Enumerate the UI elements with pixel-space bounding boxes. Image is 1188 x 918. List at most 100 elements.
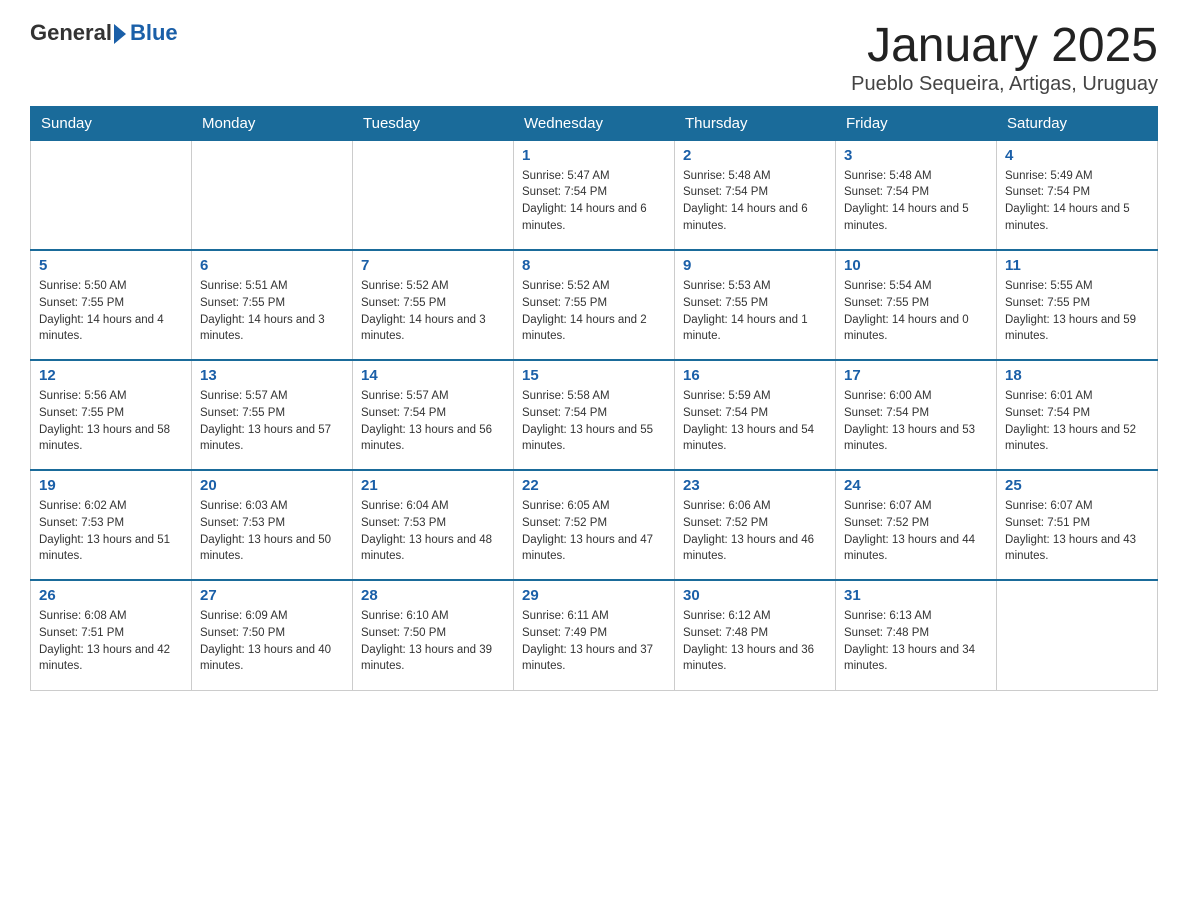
calendar-cell: 1Sunrise: 5:47 AM Sunset: 7:54 PM Daylig… — [514, 140, 675, 250]
calendar-cell: 9 Sunrise: 5:53 AM Sunset: 7:55 PM Daylig… — [675, 250, 836, 360]
cell-day-number: 11 — [1005, 257, 1149, 274]
cell-sun-info: Sunrise: 5:57 AM Sunset: 7:54 PM Dayligh… — [361, 388, 505, 455]
calendar-cell: 12 Sunrise: 5:56 AM Sunset: 7:55 PM Dayli… — [31, 360, 192, 470]
cell-sun-info: Sunrise: 6:05 AM Sunset: 7:52 PM Dayligh… — [522, 498, 666, 565]
title-block: January 2025 Pueblo Sequeira, Artigas, U… — [851, 20, 1158, 96]
cell-sun-info: Sunrise: 5:59 AM Sunset: 7:54 PM Dayligh… — [683, 388, 827, 455]
cell-day-number: 18 — [1005, 367, 1149, 384]
cell-sun-info: Sunrise: 5:52 AM Sunset: 7:55 PM Dayligh… — [522, 278, 666, 345]
calendar-week-row: 5Sunrise: 5:50 AM Sunset: 7:55 PM Daylig… — [31, 250, 1158, 360]
calendar-day-header: Sunday — [31, 106, 192, 140]
calendar-cell: 5Sunrise: 5:50 AM Sunset: 7:55 PM Daylig… — [31, 250, 192, 360]
cell-sun-info: Sunrise: 5:52 AM Sunset: 7:55 PM Dayligh… — [361, 278, 505, 345]
cell-day-number: 23 — [683, 477, 827, 494]
cell-sun-info: Sunrise: 6:09 AM Sunset: 7:50 PM Dayligh… — [200, 608, 344, 675]
calendar-cell: 16 Sunrise: 5:59 AM Sunset: 7:54 PM Dayli… — [675, 360, 836, 470]
logo-arrow-icon — [114, 24, 126, 44]
calendar-cell: 10 Sunrise: 5:54 AM Sunset: 7:55 PM Dayli… — [836, 250, 997, 360]
calendar-cell: 22 Sunrise: 6:05 AM Sunset: 7:52 PM Dayli… — [514, 470, 675, 580]
cell-day-number: 10 — [844, 257, 988, 274]
calendar-day-header: Friday — [836, 106, 997, 140]
calendar-cell: 7 Sunrise: 5:52 AM Sunset: 7:55 PM Daylig… — [353, 250, 514, 360]
cell-sun-info: Sunrise: 5:49 AM Sunset: 7:54 PM Dayligh… — [1005, 168, 1149, 235]
cell-sun-info: Sunrise: 6:10 AM Sunset: 7:50 PM Dayligh… — [361, 608, 505, 675]
calendar-day-header: Saturday — [997, 106, 1158, 140]
cell-day-number: 9 — [683, 257, 827, 274]
calendar-week-row: 19 Sunrise: 6:02 AM Sunset: 7:53 PM Dayli… — [31, 470, 1158, 580]
cell-day-number: 28 — [361, 587, 505, 604]
cell-day-number: 3 — [844, 147, 988, 164]
cell-sun-info: Sunrise: 5:47 AM Sunset: 7:54 PM Dayligh… — [522, 168, 666, 235]
cell-sun-info: Sunrise: 5:48 AM Sunset: 7:54 PM Dayligh… — [683, 168, 827, 235]
calendar-cell — [997, 580, 1158, 690]
calendar-cell: 19 Sunrise: 6:02 AM Sunset: 7:53 PM Dayli… — [31, 470, 192, 580]
calendar-cell: 29 Sunrise: 6:11 AM Sunset: 7:49 PM Dayli… — [514, 580, 675, 690]
cell-sun-info: Sunrise: 6:11 AM Sunset: 7:49 PM Dayligh… — [522, 608, 666, 675]
cell-sun-info: Sunrise: 6:07 AM Sunset: 7:52 PM Dayligh… — [844, 498, 988, 565]
logo-blue: Blue — [130, 20, 178, 46]
calendar-day-header: Tuesday — [353, 106, 514, 140]
calendar-cell: 25Sunrise: 6:07 AM Sunset: 7:51 PM Dayli… — [997, 470, 1158, 580]
cell-sun-info: Sunrise: 6:02 AM Sunset: 7:53 PM Dayligh… — [39, 498, 183, 565]
cell-day-number: 6 — [200, 257, 344, 274]
cell-day-number: 16 — [683, 367, 827, 384]
cell-day-number: 22 — [522, 477, 666, 494]
calendar-cell: 20 Sunrise: 6:03 AM Sunset: 7:53 PM Dayli… — [192, 470, 353, 580]
cell-sun-info: Sunrise: 6:08 AM Sunset: 7:51 PM Dayligh… — [39, 608, 183, 675]
calendar-cell: 14 Sunrise: 5:57 AM Sunset: 7:54 PM Dayli… — [353, 360, 514, 470]
page-header: General Blue January 2025 Pueblo Sequeir… — [30, 20, 1158, 96]
calendar-cell: 28 Sunrise: 6:10 AM Sunset: 7:50 PM Dayli… — [353, 580, 514, 690]
cell-sun-info: Sunrise: 6:07 AM Sunset: 7:51 PM Dayligh… — [1005, 498, 1149, 565]
cell-sun-info: Sunrise: 5:55 AM Sunset: 7:55 PM Dayligh… — [1005, 278, 1149, 345]
cell-day-number: 20 — [200, 477, 344, 494]
cell-day-number: 29 — [522, 587, 666, 604]
cell-day-number: 7 — [361, 257, 505, 274]
calendar-day-header: Wednesday — [514, 106, 675, 140]
cell-sun-info: Sunrise: 6:06 AM Sunset: 7:52 PM Dayligh… — [683, 498, 827, 565]
cell-day-number: 27 — [200, 587, 344, 604]
cell-sun-info: Sunrise: 5:53 AM Sunset: 7:55 PM Dayligh… — [683, 278, 827, 345]
cell-day-number: 30 — [683, 587, 827, 604]
calendar-cell: 4 Sunrise: 5:49 AM Sunset: 7:54 PM Daylig… — [997, 140, 1158, 250]
calendar-week-row: 12 Sunrise: 5:56 AM Sunset: 7:55 PM Dayli… — [31, 360, 1158, 470]
calendar-cell: 13 Sunrise: 5:57 AM Sunset: 7:55 PM Dayli… — [192, 360, 353, 470]
cell-sun-info: Sunrise: 5:54 AM Sunset: 7:55 PM Dayligh… — [844, 278, 988, 345]
cell-sun-info: Sunrise: 6:00 AM Sunset: 7:54 PM Dayligh… — [844, 388, 988, 455]
cell-day-number: 2 — [683, 147, 827, 164]
calendar-cell: 31Sunrise: 6:13 AM Sunset: 7:48 PM Dayli… — [836, 580, 997, 690]
cell-sun-info: Sunrise: 6:01 AM Sunset: 7:54 PM Dayligh… — [1005, 388, 1149, 455]
logo: General Blue — [30, 20, 178, 46]
cell-day-number: 14 — [361, 367, 505, 384]
cell-day-number: 13 — [200, 367, 344, 384]
calendar-cell — [192, 140, 353, 250]
calendar-cell: 23 Sunrise: 6:06 AM Sunset: 7:52 PM Dayli… — [675, 470, 836, 580]
cell-day-number: 21 — [361, 477, 505, 494]
calendar-cell: 6 Sunrise: 5:51 AM Sunset: 7:55 PM Daylig… — [192, 250, 353, 360]
calendar-cell: 24Sunrise: 6:07 AM Sunset: 7:52 PM Dayli… — [836, 470, 997, 580]
cell-sun-info: Sunrise: 6:13 AM Sunset: 7:48 PM Dayligh… — [844, 608, 988, 675]
cell-sun-info: Sunrise: 5:51 AM Sunset: 7:55 PM Dayligh… — [200, 278, 344, 345]
cell-sun-info: Sunrise: 5:57 AM Sunset: 7:55 PM Dayligh… — [200, 388, 344, 455]
calendar-cell — [353, 140, 514, 250]
cell-sun-info: Sunrise: 5:56 AM Sunset: 7:55 PM Dayligh… — [39, 388, 183, 455]
cell-day-number: 4 — [1005, 147, 1149, 164]
cell-day-number: 17 — [844, 367, 988, 384]
cell-sun-info: Sunrise: 6:12 AM Sunset: 7:48 PM Dayligh… — [683, 608, 827, 675]
calendar-cell — [31, 140, 192, 250]
calendar-cell: 15 Sunrise: 5:58 AM Sunset: 7:54 PM Dayli… — [514, 360, 675, 470]
calendar-header-row: SundayMondayTuesdayWednesdayThursdayFrid… — [31, 106, 1158, 140]
cell-day-number: 12 — [39, 367, 183, 384]
calendar-week-row: 1Sunrise: 5:47 AM Sunset: 7:54 PM Daylig… — [31, 140, 1158, 250]
calendar-cell: 11 Sunrise: 5:55 AM Sunset: 7:55 PM Dayli… — [997, 250, 1158, 360]
logo-general: General — [30, 20, 112, 46]
cell-sun-info: Sunrise: 5:50 AM Sunset: 7:55 PM Dayligh… — [39, 278, 183, 345]
cell-sun-info: Sunrise: 6:03 AM Sunset: 7:53 PM Dayligh… — [200, 498, 344, 565]
cell-day-number: 15 — [522, 367, 666, 384]
calendar-cell: 18 Sunrise: 6:01 AM Sunset: 7:54 PM Dayli… — [997, 360, 1158, 470]
calendar-day-header: Thursday — [675, 106, 836, 140]
cell-sun-info: Sunrise: 5:58 AM Sunset: 7:54 PM Dayligh… — [522, 388, 666, 455]
cell-day-number: 26 — [39, 587, 183, 604]
calendar-cell: 2 Sunrise: 5:48 AM Sunset: 7:54 PM Daylig… — [675, 140, 836, 250]
cell-day-number: 19 — [39, 477, 183, 494]
calendar-table: SundayMondayTuesdayWednesdayThursdayFrid… — [30, 106, 1158, 691]
